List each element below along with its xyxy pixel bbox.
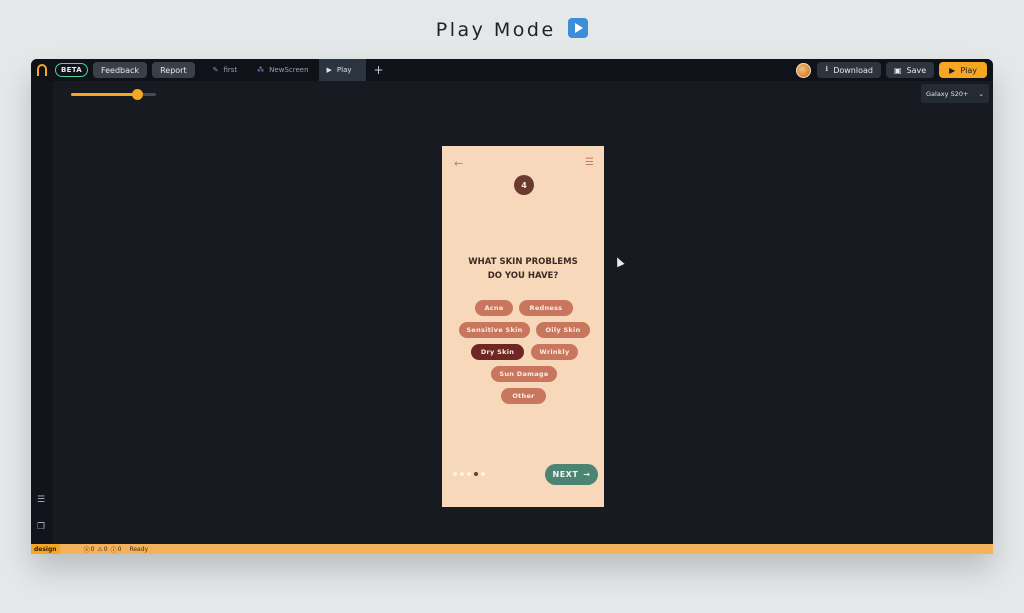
pagination-dot: [453, 472, 457, 476]
step-badge: 4: [514, 175, 534, 195]
status-text: Ready: [129, 545, 149, 553]
info-icon: ⓘ: [110, 546, 117, 554]
chip-dry-skin[interactable]: Dry Skin: [471, 344, 524, 360]
device-select-value: Galaxy S20+: [926, 89, 969, 98]
zoom-slider-fill: [71, 93, 138, 96]
top-toolbar: BETA Feedback Report ✎ first ⁂ NewScreen…: [31, 59, 993, 81]
tab-newscreen[interactable]: ⁂ NewScreen: [247, 59, 318, 81]
tab-label: NewScreen: [269, 66, 309, 74]
question-line: DO YOU HAVE?: [487, 271, 559, 281]
tab-first[interactable]: ✎ first: [203, 59, 248, 81]
back-arrow-icon[interactable]: ←: [454, 157, 463, 170]
chevron-down-icon: ⌄: [978, 89, 984, 98]
status-bar: design ⓧ 0 ⚠ 0 ⓘ 0 Ready: [31, 544, 993, 554]
avatar[interactable]: [796, 62, 812, 78]
tab-label: first: [223, 66, 238, 74]
save-label: Save: [906, 65, 927, 75]
save-button[interactable]: ▣ Save: [885, 62, 935, 78]
pagination-dot: [481, 472, 485, 476]
next-label: NEXT: [552, 470, 579, 479]
phone-preview: ← ☰ 4 WHAT SKIN PROBLEMS DO YOU HAVE? Ac…: [442, 146, 604, 507]
play-label: Play: [960, 65, 977, 75]
tab-play[interactable]: ▶ Play: [318, 59, 366, 81]
question-line: WHAT SKIN PROBLEMS: [468, 257, 578, 267]
chip-sensitive-skin[interactable]: Sensitive Skin: [459, 322, 530, 338]
pagination-dot: [467, 472, 471, 476]
pagination-dots: [453, 472, 485, 476]
play-icon: ▶: [949, 65, 956, 75]
feedback-button[interactable]: Feedback: [92, 62, 148, 78]
chip-redness[interactable]: Redness: [519, 300, 573, 316]
page-title: Play Mode: [0, 18, 1024, 41]
chip-sun-damage[interactable]: Sun Damage: [491, 366, 557, 382]
error-count: 0: [90, 545, 95, 553]
zoom-slider[interactable]: [71, 89, 156, 100]
status-mode[interactable]: design: [31, 544, 60, 554]
beta-badge: BETA: [55, 63, 88, 77]
warning-icon: ⚠: [97, 545, 103, 553]
play-emoji-icon: [568, 18, 589, 38]
report-button[interactable]: Report: [152, 62, 195, 78]
chip-wrinkly[interactable]: Wrinkly: [531, 344, 578, 360]
page-title-text: Play Mode: [435, 19, 556, 41]
pagination-dot: [460, 472, 464, 476]
save-icon: ▣: [893, 65, 902, 75]
add-tab-button[interactable]: +: [366, 63, 392, 77]
flow-icon: ⁂: [257, 66, 265, 74]
hamburger-menu-icon[interactable]: ☰: [585, 157, 594, 168]
arrow-right-icon: →: [583, 470, 591, 479]
download-icon: ⭳: [825, 64, 829, 73]
left-rail: ☰ ❐: [31, 81, 53, 544]
app-logo-icon[interactable]: [31, 59, 53, 81]
question-title: WHAT SKIN PROBLEMS DO YOU HAVE?: [442, 255, 604, 283]
pagination-dot-active: [474, 472, 478, 476]
play-button[interactable]: ▶ Play: [939, 62, 987, 78]
download-label: Download: [833, 65, 873, 75]
chip-other[interactable]: Other: [501, 388, 546, 404]
warning-count: 0: [103, 545, 108, 553]
play-icon: ▶: [326, 66, 332, 74]
download-button[interactable]: ⭳ Download: [817, 62, 881, 78]
tab-label: Play: [336, 66, 352, 74]
layers-icon[interactable]: ❐: [37, 522, 45, 532]
chip-oily-skin[interactable]: Oily Skin: [536, 322, 590, 338]
list-icon[interactable]: ☰: [37, 495, 45, 505]
info-count: 0: [117, 545, 122, 553]
error-icon: ⓧ: [83, 546, 90, 554]
chip-acne[interactable]: Acne: [475, 300, 513, 316]
zoom-slider-thumb[interactable]: [132, 89, 144, 100]
pencil-icon: ✎: [212, 66, 219, 74]
next-button[interactable]: NEXT →: [545, 464, 598, 485]
device-select[interactable]: Galaxy S20+ ⌄: [921, 84, 989, 103]
